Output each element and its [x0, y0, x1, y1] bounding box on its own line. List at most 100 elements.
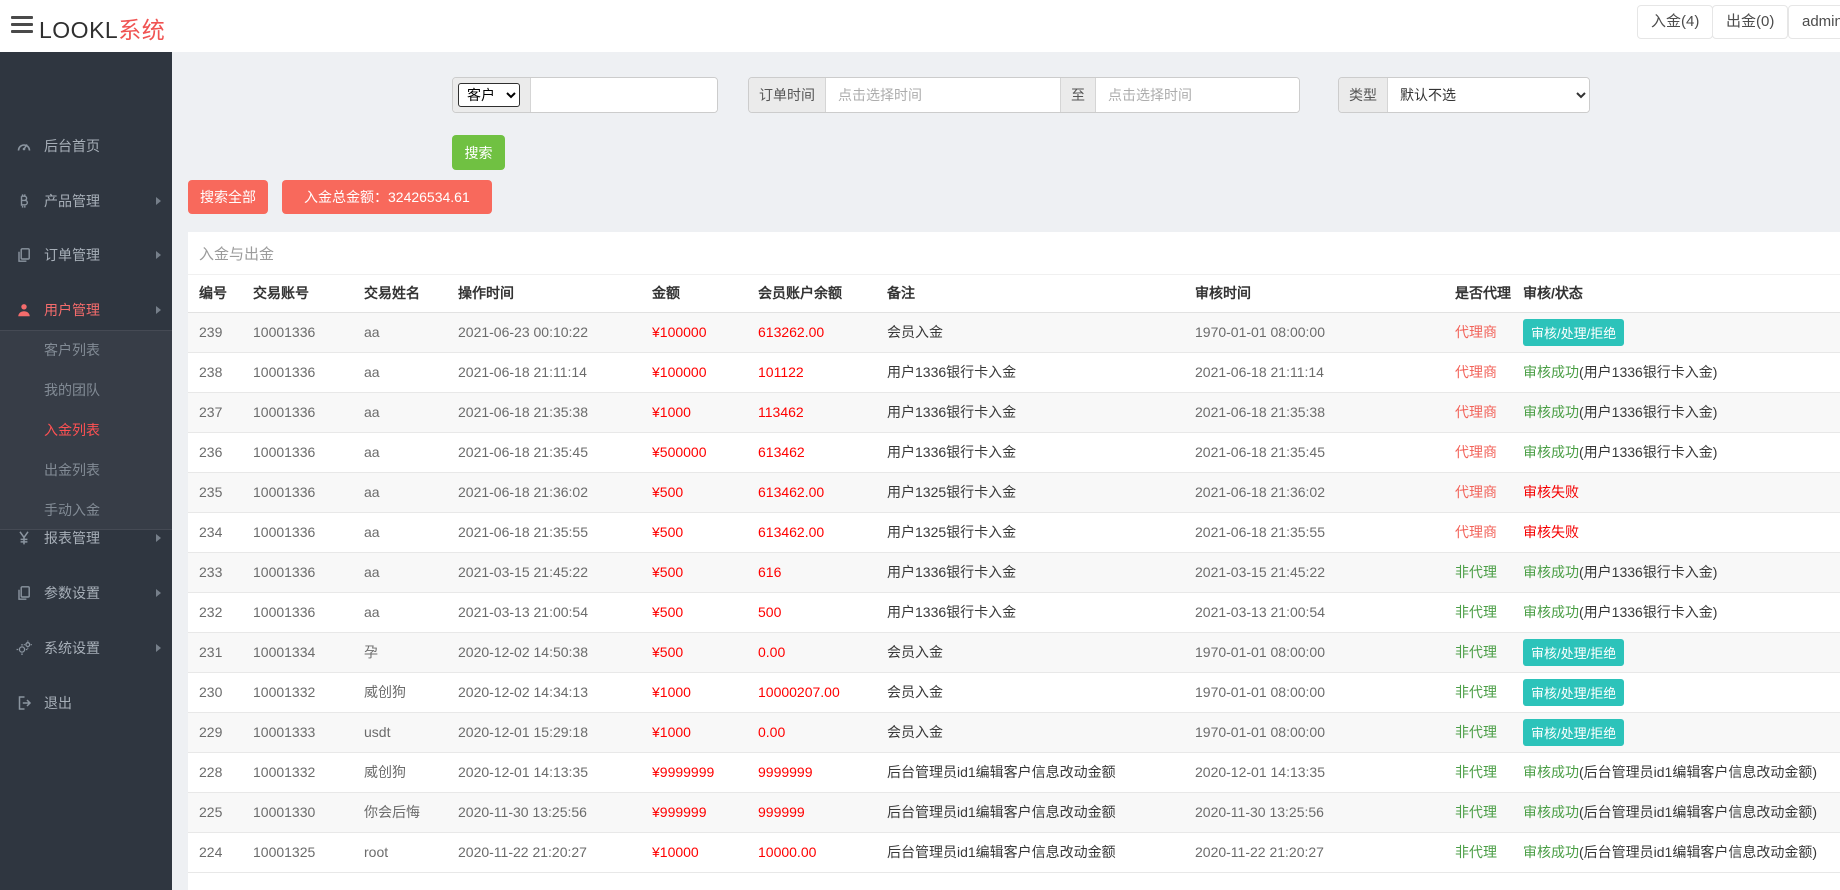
- cell-id: 230: [188, 672, 253, 712]
- cell-amount: ¥1000: [652, 712, 758, 752]
- admin-user-button[interactable]: admin: [1788, 5, 1840, 39]
- cell-audit-time: 2021-06-18 21:35:45: [1195, 432, 1455, 472]
- deposit-withdraw-panel: 入金与出金 编号交易账号交易姓名操作时间金额会员账户余额备注审核时间是否代理审核…: [188, 232, 1840, 890]
- main-content: 客户 订单时间 至 类型 默认不选 搜索 搜索全部 入金总金额：32426534…: [172, 52, 1840, 890]
- sidebar-item-sub-7[interactable]: 出金列表: [0, 450, 172, 490]
- cell-op-time: 2021-03-15 21:45:22: [458, 552, 652, 592]
- cell-op-time: 2020-12-01 15:29:18: [458, 712, 652, 752]
- order-time-label: 订单时间: [749, 78, 826, 112]
- status-ok-text: 审核成功: [1523, 804, 1579, 820]
- search-field-select[interactable]: 客户: [458, 83, 520, 107]
- sidebar-item-label: 出金列表: [44, 460, 100, 480]
- field-select-addon: 客户: [453, 78, 531, 112]
- cell-balance: 10000207.00: [758, 672, 887, 712]
- agent-badge: 代理商: [1455, 364, 1497, 380]
- cell-account: 10001325: [253, 832, 364, 872]
- sidebar-item-label: 入金列表: [44, 420, 100, 440]
- sidebar-item-sub-4[interactable]: 客户列表: [0, 330, 172, 370]
- cell-agent: 代理商: [1455, 512, 1523, 552]
- cell-agent: 非代理: [1455, 592, 1523, 632]
- cell-amount: ¥500: [652, 552, 758, 592]
- sidebar-item-10[interactable]: 参数设置: [0, 566, 172, 620]
- brand-suffix: 系统: [118, 17, 165, 43]
- cell-remark: 后台管理员id1编辑客户信息改动金额: [887, 832, 1195, 872]
- sidebar-item-11[interactable]: 系统设置: [0, 621, 172, 675]
- column-header: 审核/状态: [1523, 275, 1840, 312]
- sidebar-item-label: 后台首页: [44, 136, 100, 156]
- audit-action-button[interactable]: 审核/处理/拒绝: [1523, 639, 1624, 666]
- sidebar-item-sub-5[interactable]: 我的团队: [0, 370, 172, 410]
- sidebar-item-sub-6[interactable]: 入金列表: [0, 410, 172, 450]
- cell-op-time: 2021-06-18 21:35:45: [458, 432, 652, 472]
- cell-account: 10001334: [253, 632, 364, 672]
- search-all-button[interactable]: 搜索全部: [188, 180, 268, 214]
- chevron-right-icon: [156, 589, 161, 597]
- table-row: 23710001336aa2021-06-18 21:35:38¥1000113…: [188, 392, 1840, 432]
- cell-account: 10001336: [253, 312, 364, 352]
- cell-balance: 999999: [758, 792, 887, 832]
- cell-amount: ¥500: [652, 512, 758, 552]
- audit-action-button[interactable]: 审核/处理/拒绝: [1523, 319, 1624, 346]
- time-from-input[interactable]: [826, 78, 1060, 112]
- deposit-count-button[interactable]: 入金(4): [1637, 5, 1713, 39]
- table-row: 23210001336aa2021-03-13 21:00:54¥500500用…: [188, 592, 1840, 632]
- cell-account: 10001336: [253, 472, 364, 512]
- hamburger-menu-icon[interactable]: [11, 16, 33, 35]
- cell-amount: ¥500: [652, 472, 758, 512]
- chevron-right-icon: [156, 251, 161, 259]
- cell-id: 225: [188, 792, 253, 832]
- cell-audit-time: 2021-06-18 21:36:02: [1195, 472, 1455, 512]
- sidebar-item-3[interactable]: 用户管理: [0, 283, 172, 337]
- column-header: 金额: [652, 275, 758, 312]
- cell-name: 威创狗: [364, 672, 458, 712]
- table-row: 22910001333usdt2020-12-01 15:29:18¥10000…: [188, 712, 1840, 752]
- status-ok-text: 审核成功: [1523, 844, 1579, 860]
- cell-agent: 代理商: [1455, 392, 1523, 432]
- cell-name: 孕: [364, 632, 458, 672]
- audit-action-button[interactable]: 审核/处理/拒绝: [1523, 679, 1624, 706]
- chevron-right-icon: [156, 306, 161, 314]
- cell-op-time: 2020-12-02 14:34:13: [458, 672, 652, 712]
- cell-op-time: 2021-06-18 21:11:14: [458, 352, 652, 392]
- cell-account: 10001333: [253, 712, 364, 752]
- table-row: 23910001336aa2021-06-23 00:10:22¥1000006…: [188, 312, 1840, 352]
- cell-status: 审核成功(用户1336银行卡入金): [1523, 352, 1840, 392]
- cell-account: 10001332: [253, 752, 364, 792]
- status-ok-text: 审核成功: [1523, 604, 1579, 620]
- cell-amount: ¥500000: [652, 432, 758, 472]
- cell-status: 审核成功(用户1336银行卡入金): [1523, 592, 1840, 632]
- logout-icon: [16, 695, 32, 711]
- keyword-input[interactable]: [531, 78, 717, 112]
- yen-icon: [16, 530, 32, 546]
- search-button[interactable]: 搜索: [452, 135, 505, 170]
- status-ok-text: 审核成功: [1523, 444, 1579, 460]
- cell-id: 231: [188, 632, 253, 672]
- cell-audit-time: 2021-03-13 21:00:54: [1195, 592, 1455, 632]
- type-select[interactable]: 默认不选: [1388, 78, 1589, 112]
- withdraw-count-button[interactable]: 出金(0): [1712, 5, 1788, 39]
- agent-badge: 代理商: [1455, 484, 1497, 500]
- time-to-input[interactable]: [1096, 78, 1299, 112]
- sidebar-item-label: 订单管理: [44, 245, 100, 265]
- sidebar-item-label: 用户管理: [44, 300, 100, 320]
- agent-badge: 非代理: [1455, 804, 1497, 820]
- cell-amount: ¥9999999: [652, 752, 758, 792]
- sidebar-item-1[interactable]: 产品管理: [0, 174, 172, 228]
- sidebar-item-2[interactable]: 订单管理: [0, 228, 172, 282]
- deposit-total-button[interactable]: 入金总金额：32426534.61: [282, 180, 492, 214]
- cell-remark: 用户1336银行卡入金: [887, 552, 1195, 592]
- cell-name: aa: [364, 592, 458, 632]
- cell-op-time: 2021-06-18 21:35:38: [458, 392, 652, 432]
- topbar: LOOKL系统 入金(4) 出金(0) admin: [0, 0, 1840, 52]
- cell-balance: 0.00: [758, 712, 887, 752]
- sidebar-item-12[interactable]: 退出: [0, 676, 172, 730]
- sidebar-item-0[interactable]: 后台首页: [0, 119, 172, 173]
- column-header: 会员账户余额: [758, 275, 887, 312]
- sidebar: 后台首页产品管理订单管理用户管理客户列表我的团队入金列表出金列表手动入金报表管理…: [0, 52, 172, 890]
- sidebar-item-9[interactable]: 报表管理: [0, 511, 172, 565]
- cell-name: 你会后悔: [364, 792, 458, 832]
- cell-audit-time: 2020-12-01 14:13:35: [1195, 752, 1455, 792]
- status-fail-text: 审核失败: [1523, 484, 1579, 500]
- sidebar-item-label: 参数设置: [44, 583, 100, 603]
- audit-action-button[interactable]: 审核/处理/拒绝: [1523, 719, 1624, 746]
